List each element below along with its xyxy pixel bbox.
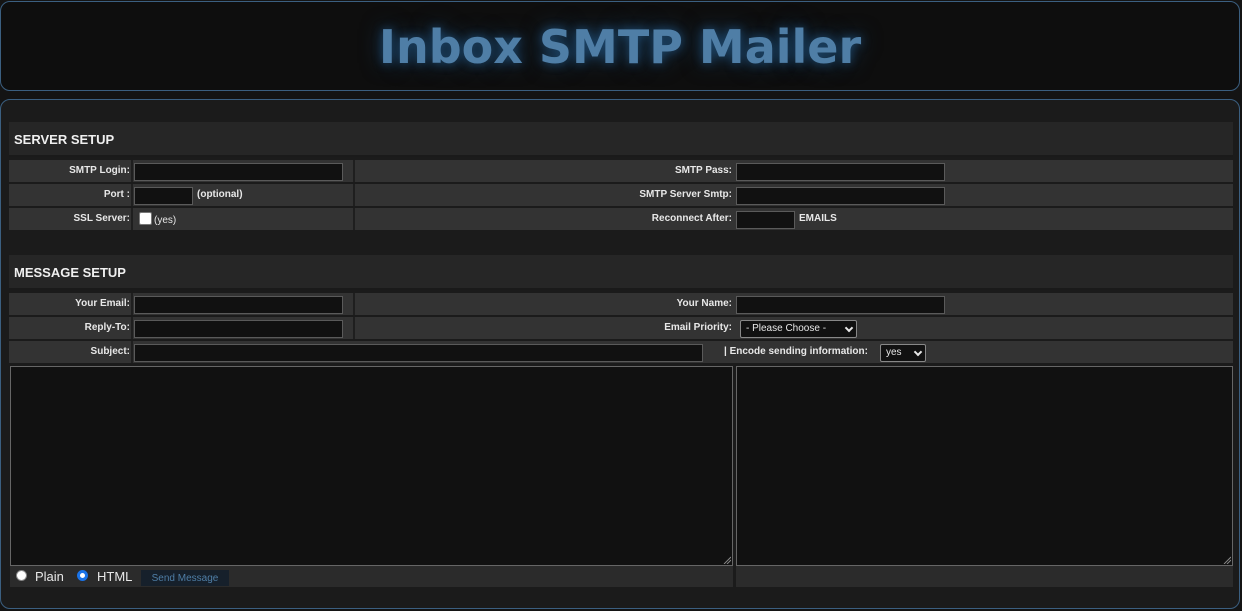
your-email-input[interactable]	[134, 296, 343, 314]
email-priority-value: - Please Choose -	[746, 323, 827, 334]
column-divider	[131, 184, 133, 206]
ssl-server-label: SSL Server:	[73, 213, 130, 224]
port-optional-hint: (optional)	[197, 189, 243, 200]
your-name-input[interactable]	[736, 296, 945, 314]
send-message-button[interactable]: Send Message	[141, 570, 229, 586]
message-body-textarea[interactable]	[10, 366, 733, 566]
bottom-bar-right	[736, 566, 1233, 587]
port-input[interactable]	[134, 187, 193, 205]
encode-value: yes	[886, 347, 902, 358]
message-setup-heading: MESSAGE SETUP	[9, 255, 1233, 290]
email-list-textarea[interactable]	[736, 366, 1233, 566]
ssl-checkbox[interactable]	[139, 212, 152, 225]
ssl-yes-hint: (yes)	[154, 215, 177, 226]
reconnect-label: Reconnect After:	[651, 213, 732, 224]
server-setup-heading: SERVER SETUP	[9, 122, 1233, 157]
send-options-bar: Plain HTML Send Message	[10, 566, 733, 587]
subject-input[interactable]	[134, 344, 703, 362]
html-label: HTML	[97, 569, 133, 584]
smtp-login-row: SMTP Login: SMTP Pass:	[9, 160, 1233, 182]
port-row: Port : (optional) SMTP Server Smtp:	[9, 184, 1233, 206]
port-label: Port :	[103, 189, 130, 200]
smtp-pass-label: SMTP Pass:	[674, 165, 732, 176]
encode-label: | Encode sending information:	[724, 346, 868, 357]
reply-to-input[interactable]	[134, 320, 343, 338]
chevron-down-icon	[913, 347, 923, 357]
page-title: Inbox SMTP Mailer	[378, 20, 862, 74]
reconnect-unit: EMAILS	[799, 213, 837, 224]
reply-to-row: Reply-To: Email Priority: - Please Choos…	[9, 317, 1233, 339]
smtp-server-label: SMTP Server Smtp:	[639, 189, 732, 200]
resize-grip-icon[interactable]	[723, 556, 731, 564]
subject-label: Subject:	[90, 346, 130, 357]
ssl-row: SSL Server: (yes) Reconnect After: EMAIL…	[9, 208, 1233, 230]
your-email-row: Your Email: Your Name:	[9, 293, 1233, 315]
column-divider	[131, 208, 133, 230]
smtp-login-input[interactable]	[134, 163, 343, 181]
html-radio[interactable]	[77, 570, 88, 581]
smtp-pass-input[interactable]	[736, 163, 945, 181]
column-divider	[131, 160, 133, 182]
smtp-server-input[interactable]	[736, 187, 945, 205]
chevron-down-icon	[844, 323, 854, 333]
plain-label: Plain	[35, 569, 64, 584]
your-email-label: Your Email:	[75, 298, 130, 309]
column-divider	[131, 341, 133, 363]
subject-row: Subject: | Encode sending information: y…	[9, 341, 1233, 363]
column-divider	[131, 293, 133, 315]
resize-grip-icon[interactable]	[1223, 556, 1231, 564]
encode-select[interactable]: yes	[880, 344, 926, 362]
reconnect-input[interactable]	[736, 211, 795, 229]
email-priority-select[interactable]: - Please Choose -	[740, 320, 857, 338]
your-name-label: Your Name:	[676, 298, 732, 309]
header-banner: Inbox SMTP Mailer	[0, 1, 1240, 91]
column-divider	[131, 317, 133, 339]
email-priority-label: Email Priority:	[664, 322, 732, 333]
reply-to-label: Reply-To:	[84, 322, 130, 333]
smtp-login-label: SMTP Login:	[69, 165, 130, 176]
plain-radio[interactable]	[16, 570, 27, 581]
